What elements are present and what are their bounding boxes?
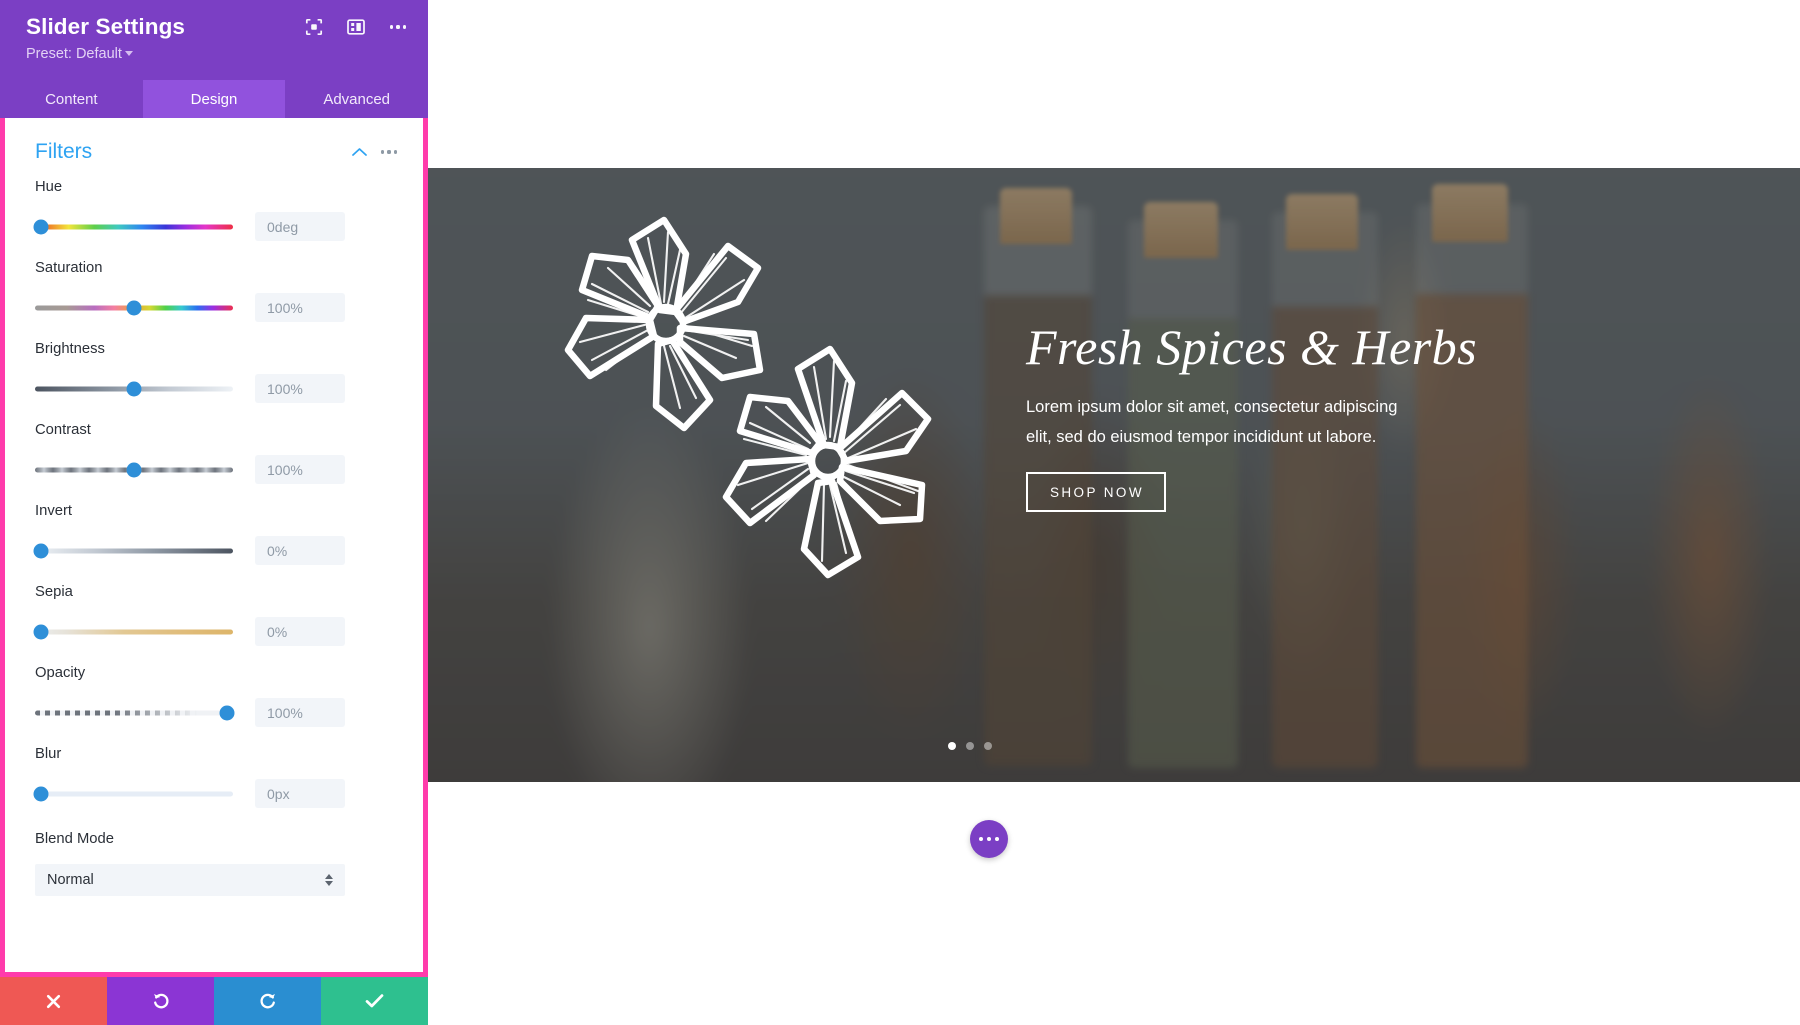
fab-dot-3	[994, 836, 999, 842]
control-label-blur: Blur	[35, 746, 62, 762]
slider-saturation[interactable]	[35, 297, 233, 319]
control-label-saturation: Saturation	[35, 260, 103, 276]
panel-scroll-area[interactable]: Filters Hue 0deg Saturation 100% Brightn…	[5, 118, 423, 972]
slider-dot-1[interactable]	[948, 742, 956, 750]
page-settings-fab[interactable]	[970, 820, 1008, 858]
control-label-opacity: Opacity	[35, 665, 86, 681]
slider-pagination-dots	[948, 742, 992, 750]
preset-selector[interactable]: Preset: Default	[26, 45, 406, 63]
slider-opacity[interactable]	[35, 702, 235, 724]
fab-dot-2	[986, 836, 992, 842]
value-input-hue[interactable]: 0deg	[255, 212, 345, 241]
control-hue: Hue 0deg	[5, 168, 423, 249]
preset-label: Preset: Default	[26, 46, 122, 62]
control-invert: Invert 0%	[5, 492, 423, 573]
value-input-saturation[interactable]: 100%	[255, 293, 345, 322]
page-canvas: Fresh Spices & Herbs Lorem ipsum dolor s…	[428, 0, 1800, 1025]
tab-design[interactable]: Design	[142, 80, 286, 118]
value-input-contrast[interactable]: 100%	[255, 455, 345, 484]
filters-section-title: Filters	[35, 140, 93, 163]
slider-knob-contrast[interactable]	[126, 462, 142, 477]
slider-knob-saturation[interactable]	[126, 300, 142, 315]
control-brightness: Brightness 100%	[5, 330, 423, 411]
cancel-button[interactable]	[0, 977, 107, 1025]
redo-button[interactable]	[214, 977, 321, 1025]
tab-content[interactable]: Content	[0, 80, 143, 118]
slider-sepia[interactable]	[33, 621, 233, 643]
shop-now-button[interactable]: SHOP NOW	[1026, 472, 1166, 512]
panel-body-highlight: Filters Hue 0deg Saturation 100% Brightn…	[0, 118, 428, 977]
save-button[interactable]	[321, 977, 428, 1025]
slider-track-invert	[35, 548, 233, 553]
control-blur: Blur 0px	[5, 735, 423, 816]
slider-blur[interactable]	[33, 783, 233, 805]
control-opacity: Opacity 100%	[5, 654, 423, 735]
control-label-sepia: Sepia	[35, 584, 73, 600]
control-label-hue: Hue	[35, 179, 63, 195]
control-blend-mode: Blend Mode Normal	[5, 816, 423, 904]
panel-footer-actions	[0, 977, 428, 1025]
slider-track-sepia	[35, 629, 233, 634]
hero-text-block: Fresh Spices & Herbs Lorem ipsum dolor s…	[1026, 318, 1486, 512]
slider-dot-3[interactable]	[984, 742, 992, 750]
panel-tabs: Content Design Advanced	[0, 80, 428, 118]
slider-knob-opacity[interactable]	[219, 705, 235, 720]
control-sepia: Sepia 0%	[5, 573, 423, 654]
hero-title: Fresh Spices & Herbs	[1026, 319, 1478, 375]
slider-dot-2[interactable]	[966, 742, 974, 750]
slider-brightness[interactable]	[35, 378, 233, 400]
filters-kebab-menu-icon[interactable]	[379, 142, 399, 162]
blend-mode-select[interactable]: Normal	[35, 864, 345, 896]
slider-knob-brightness[interactable]	[126, 381, 142, 396]
blend-mode-value: Normal	[47, 872, 94, 888]
control-label-contrast: Contrast	[35, 422, 91, 438]
panel-header: Slider Settings Preset: Default	[0, 0, 428, 80]
layout-panel-icon[interactable]	[346, 17, 366, 37]
undo-button[interactable]	[107, 977, 214, 1025]
focus-frame-icon[interactable]	[304, 17, 324, 37]
chevron-up-icon[interactable]	[349, 142, 369, 162]
control-label-blend-mode: Blend Mode	[35, 831, 114, 847]
slider-hue[interactable]	[33, 216, 233, 238]
control-contrast: Contrast 100%	[5, 411, 423, 492]
control-label-brightness: Brightness	[35, 341, 105, 357]
value-input-blur[interactable]: 0px	[255, 779, 345, 808]
slider-knob-blur[interactable]	[33, 786, 49, 801]
control-label-invert: Invert	[35, 503, 73, 519]
slider-module[interactable]: Fresh Spices & Herbs Lorem ipsum dolor s…	[428, 168, 1800, 782]
control-saturation: Saturation 100%	[5, 249, 423, 330]
module-settings-panel: Slider Settings Preset: Default Content …	[0, 0, 428, 1025]
slider-knob-invert[interactable]	[33, 543, 49, 558]
value-input-invert[interactable]: 0%	[255, 536, 345, 565]
hero-subtitle: Lorem ipsum dolor sit amet, consectetur …	[1026, 398, 1398, 446]
slider-track-hue	[35, 224, 233, 229]
kebab-menu-icon[interactable]	[388, 17, 408, 37]
tab-advanced[interactable]: Advanced	[285, 80, 428, 118]
slider-track-opacity	[35, 710, 233, 715]
value-input-opacity[interactable]: 100%	[255, 698, 345, 727]
panel-header-icons	[304, 17, 408, 37]
chevron-down-icon	[124, 51, 133, 56]
fab-dot-1	[979, 836, 984, 842]
slider-contrast[interactable]	[35, 459, 233, 481]
slider-knob-sepia[interactable]	[33, 624, 49, 639]
value-input-brightness[interactable]: 100%	[255, 374, 345, 403]
slider-knob-hue[interactable]	[33, 219, 49, 234]
slider-track-blur	[35, 791, 233, 796]
value-input-sepia[interactable]: 0%	[255, 617, 345, 646]
spinner-arrows-icon	[325, 874, 333, 886]
filters-section-header: Filters	[5, 118, 423, 168]
slider-invert[interactable]	[33, 540, 233, 562]
